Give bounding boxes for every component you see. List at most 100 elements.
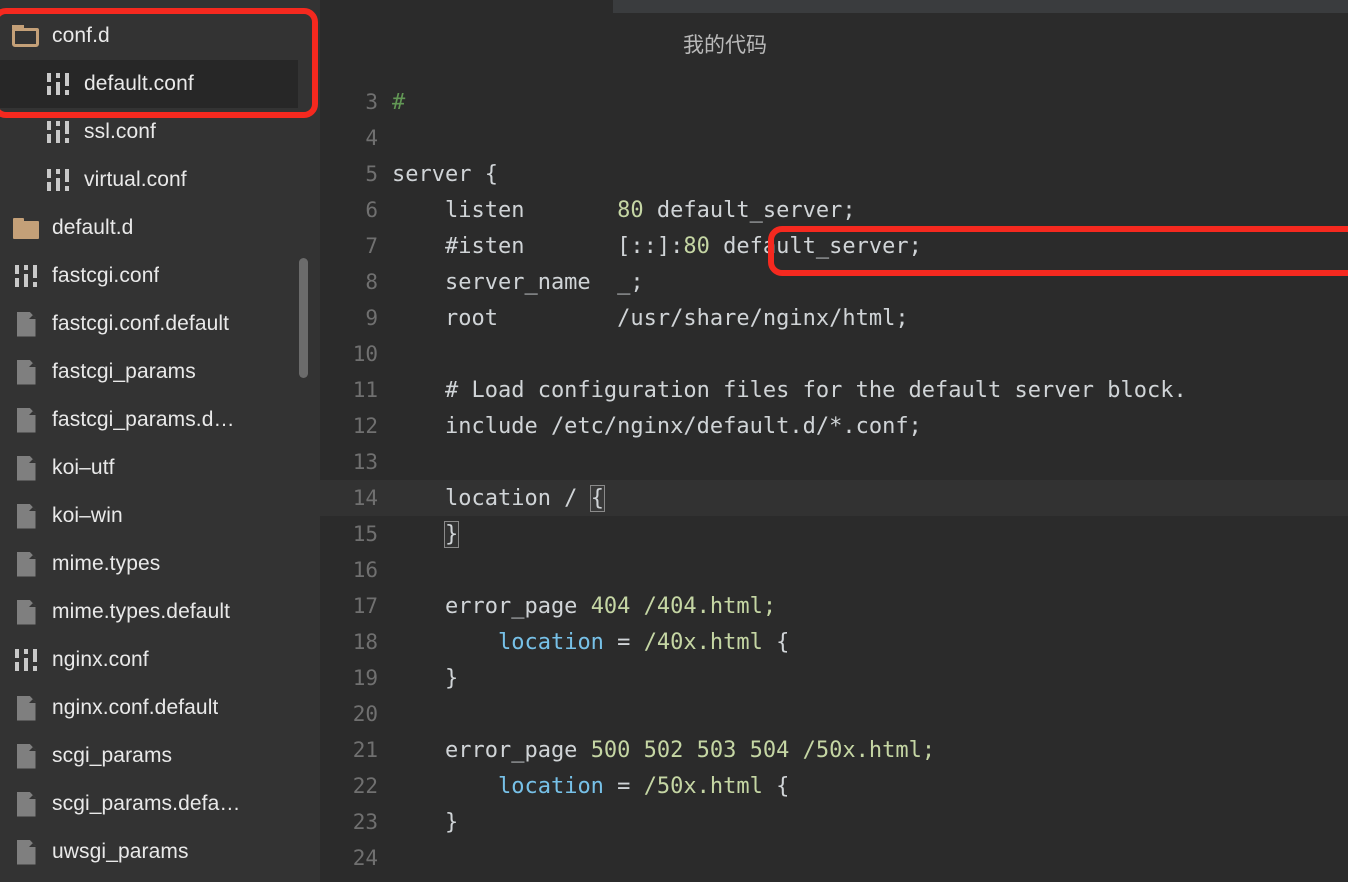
editor-top-bar xyxy=(320,0,1348,14)
code-line[interactable]: 8 server_name _; xyxy=(320,264,1348,300)
code-token-plain: = xyxy=(603,773,644,799)
file-tree-item[interactable]: scgi_params.defa… xyxy=(0,780,320,828)
code-lines-container[interactable]: 3 #4 5 server { 6 listen 80 default_server; 7… xyxy=(320,84,1348,882)
file-tree-item[interactable]: koi–win xyxy=(0,492,320,540)
code-line-text[interactable]: location = /50x.html { xyxy=(392,774,1348,799)
code-token-plain: error_page xyxy=(392,737,591,763)
file-tree-item[interactable]: fastcgi.conf.default xyxy=(0,300,320,348)
code-token-kw: location xyxy=(497,773,604,799)
file-tree-item[interactable]: conf.d xyxy=(0,12,320,60)
code-line[interactable]: 16 xyxy=(320,552,1348,588)
file-tree-item[interactable]: scgi_params xyxy=(0,732,320,780)
file-tree-sidebar[interactable]: conf.d default.conf ssl.conf virtual.conf de… xyxy=(0,0,320,882)
code-line[interactable]: 14 location / { xyxy=(320,480,1348,516)
code-line[interactable]: 13 xyxy=(320,444,1348,480)
code-line[interactable]: 11 # Load configuration files for the de… xyxy=(320,372,1348,408)
code-line[interactable]: 18 location = /40x.html { xyxy=(320,624,1348,660)
code-line[interactable]: 17 error_page 404 /404.html; xyxy=(320,588,1348,624)
code-line[interactable]: 21 error_page 500 502 503 504 /50x.html; xyxy=(320,732,1348,768)
file-tree-list[interactable]: conf.d default.conf ssl.conf virtual.conf de… xyxy=(0,0,320,876)
sidebar-scrollbar-track[interactable] xyxy=(299,0,314,882)
code-line-text[interactable]: # Load configuration files for the defau… xyxy=(392,378,1348,403)
code-line[interactable]: 24 xyxy=(320,840,1348,876)
line-number: 15 xyxy=(352,522,378,546)
code-token-num: 500 502 503 504 xyxy=(590,737,790,763)
code-token-plain: include /etc/nginx/default.d/*.conf; xyxy=(392,413,922,439)
code-token-plain: listen xyxy=(392,197,618,223)
line-number: 18 xyxy=(352,630,378,654)
code-line[interactable]: 12 include /etc/nginx/default.d/*.conf; xyxy=(320,408,1348,444)
code-editor-pane[interactable]: 我的代码 3 #4 5 server { 6 listen 80 default_ser… xyxy=(320,0,1348,882)
file-tree-item-label: fastcgi_params.d… xyxy=(52,408,235,431)
file-tree-item[interactable]: fastcgi_params xyxy=(0,348,320,396)
code-line[interactable]: 15 } xyxy=(320,516,1348,552)
code-line[interactable]: 10 xyxy=(320,336,1348,372)
code-line[interactable]: 4 xyxy=(320,120,1348,156)
line-number: 24 xyxy=(352,846,378,870)
code-line-text[interactable]: include /etc/nginx/default.d/*.conf; xyxy=(392,414,1348,439)
line-number: 19 xyxy=(352,666,378,690)
file-tree-item[interactable]: nginx.conf.default xyxy=(0,684,320,732)
file-tree-item[interactable]: ssl.conf xyxy=(0,108,320,156)
document-title: 我的代码 xyxy=(683,34,767,57)
code-line-text[interactable]: # xyxy=(392,90,1348,115)
code-line[interactable]: 9 root /usr/share/nginx/html; xyxy=(320,300,1348,336)
file-tree-item-label: ssl.conf xyxy=(84,120,156,143)
code-line[interactable]: 7 #isten [::]:80 default_server; xyxy=(320,228,1348,264)
file-tree-item[interactable]: default.d xyxy=(0,204,320,252)
code-token-bracket: { xyxy=(589,484,605,512)
line-number: 23 xyxy=(352,810,378,834)
code-line[interactable]: 5 server { xyxy=(320,156,1348,192)
code-line[interactable]: 6 listen 80 default_server; xyxy=(320,192,1348,228)
code-line-text[interactable]: location = /40x.html { xyxy=(392,630,1348,655)
code-line[interactable]: 3 # xyxy=(320,84,1348,120)
line-number: 5 xyxy=(365,162,378,186)
file-tree-item[interactable]: mime.types.default xyxy=(0,588,320,636)
file-tree-item[interactable]: mime.types xyxy=(0,540,320,588)
code-token-num: 80 xyxy=(617,197,644,223)
file-tree-item-label: scgi_params xyxy=(52,744,173,767)
code-line[interactable]: 22 location = /50x.html { xyxy=(320,768,1348,804)
code-line-text[interactable]: server { xyxy=(392,162,1348,187)
code-line-text[interactable]: } xyxy=(392,666,1348,691)
code-line-text[interactable]: root /usr/share/nginx/html; xyxy=(392,306,1348,331)
code-line-text[interactable]: server_name _; xyxy=(392,270,1348,295)
file-icon xyxy=(12,455,40,481)
file-tree-item[interactable]: virtual.conf xyxy=(0,156,320,204)
code-line-text[interactable]: listen 80 default_server; xyxy=(392,198,1348,223)
code-line[interactable]: 19 } xyxy=(320,660,1348,696)
conf-file-icon xyxy=(44,71,72,97)
code-token-plain: root /usr/share/nginx/html; xyxy=(392,305,909,331)
code-token-num: /404.html; xyxy=(630,593,777,619)
code-line-text[interactable]: error_page 404 /404.html; xyxy=(392,594,1348,619)
code-line-text[interactable]: } xyxy=(392,810,1348,835)
code-line[interactable]: 23 } xyxy=(320,804,1348,840)
code-line-text[interactable]: location / { xyxy=(392,484,1348,512)
file-tree-item[interactable]: fastcgi.conf xyxy=(0,252,320,300)
code-line-text[interactable]: error_page 500 502 503 504 /50x.html; xyxy=(392,738,1348,763)
line-number: 10 xyxy=(352,342,378,366)
conf-file-icon xyxy=(12,647,40,673)
file-icon xyxy=(12,551,40,577)
code-token-plain: location / xyxy=(392,485,591,511)
file-tree-item[interactable]: koi–utf xyxy=(0,444,320,492)
line-number: 11 xyxy=(352,378,378,402)
code-line-text[interactable]: #isten [::]:80 default_server; xyxy=(392,234,1348,259)
file-tree-item-label: default.conf xyxy=(84,72,194,95)
code-line-text[interactable]: } xyxy=(392,520,1348,548)
code-token-plain: server { xyxy=(392,161,498,187)
editor-tab-strip[interactable] xyxy=(613,0,1348,13)
file-tree-item-label: fastcgi_params xyxy=(52,360,196,383)
file-icon xyxy=(12,599,40,625)
folder-icon xyxy=(12,215,40,241)
file-tree-item[interactable]: default.conf xyxy=(0,60,298,108)
line-number: 22 xyxy=(352,774,378,798)
sidebar-scrollbar-thumb[interactable] xyxy=(299,258,308,378)
file-tree-item[interactable]: nginx.conf xyxy=(0,636,320,684)
file-tree-item[interactable]: uwsgi_params xyxy=(0,828,320,876)
file-tree-item[interactable]: fastcgi_params.d… xyxy=(0,396,320,444)
code-line[interactable]: 20 xyxy=(320,696,1348,732)
app-window: conf.d default.conf ssl.conf virtual.conf de… xyxy=(0,0,1348,882)
file-tree-item-label: scgi_params.defa… xyxy=(52,792,241,815)
line-number: 20 xyxy=(352,702,378,726)
